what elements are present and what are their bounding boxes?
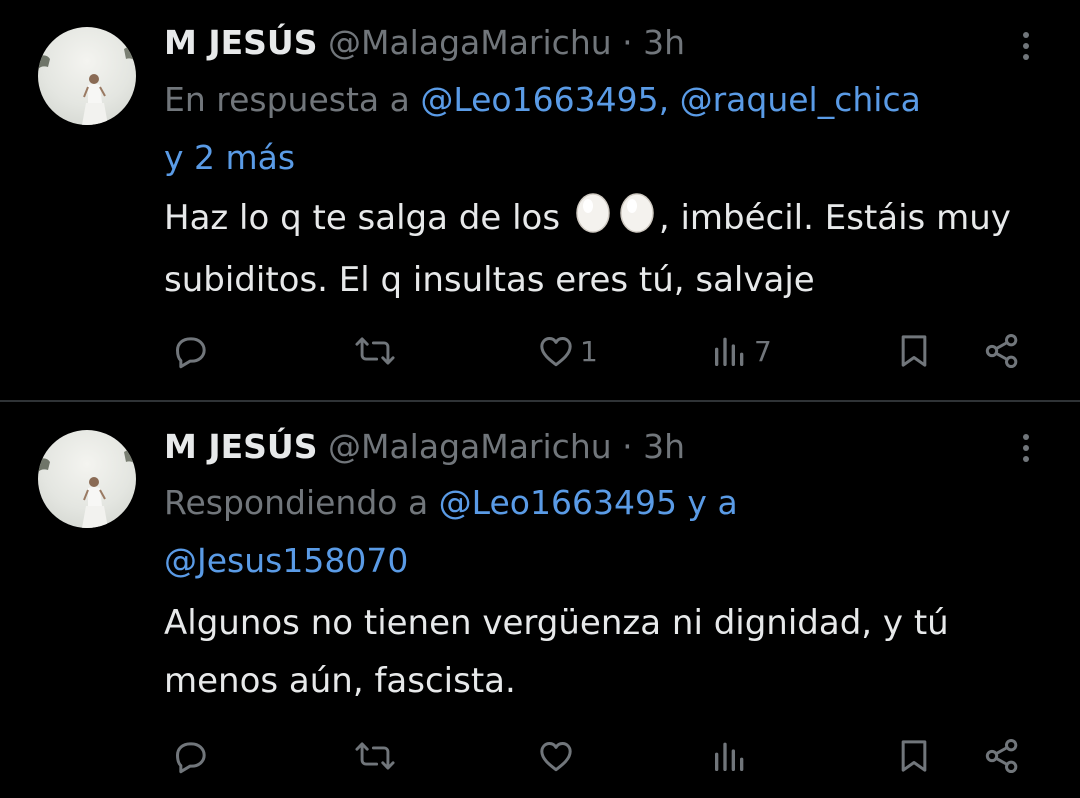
- reply-button[interactable]: [170, 728, 210, 784]
- bookmark-icon: [901, 335, 927, 367]
- share-button[interactable]: [982, 728, 1022, 784]
- bookmark-button[interactable]: [894, 728, 934, 784]
- tweet-actions: 1 7: [0, 323, 1080, 379]
- mention-link[interactable]: @Leo1663495,: [420, 80, 669, 119]
- tweet-header: M JESÚS @MalagaMarichu · 3h: [164, 424, 685, 470]
- views-button[interactable]: 7: [710, 323, 772, 379]
- mention-link[interactable]: @Jesus158070: [164, 541, 408, 580]
- avatar-photo: [38, 46, 136, 125]
- more-vertical-icon[interactable]: [1010, 26, 1042, 66]
- share-button[interactable]: [982, 323, 1022, 379]
- avatar-photo: [38, 449, 136, 528]
- bookmark-button[interactable]: [894, 323, 934, 379]
- like-button[interactable]: 1: [536, 323, 598, 379]
- author-name[interactable]: M JESÚS: [164, 427, 317, 466]
- author-name[interactable]: M JESÚS: [164, 23, 317, 62]
- retweet-icon: [355, 742, 395, 770]
- timestamp[interactable]: 3h: [643, 427, 685, 466]
- reply-prefix: Respondiendo a: [164, 483, 439, 522]
- tweet[interactable]: M JESÚS @MalagaMarichu · 3h Respondiendo…: [0, 402, 1080, 798]
- separator-dot: ·: [622, 23, 633, 62]
- author-handle[interactable]: @MalagaMarichu: [328, 23, 612, 62]
- tweet-actions: [0, 728, 1080, 784]
- egg-emoji: [573, 189, 613, 251]
- tweet-header: M JESÚS @MalagaMarichu · 3h: [164, 20, 685, 66]
- reply-prefix: En respuesta a: [164, 80, 421, 119]
- heart-icon: [540, 337, 572, 367]
- retweet-button[interactable]: [354, 728, 396, 784]
- avatar[interactable]: [38, 27, 136, 125]
- separator-dot: ·: [622, 427, 633, 466]
- reply-icon: [176, 337, 206, 369]
- views-icon: [715, 337, 744, 366]
- retweet-icon: [355, 337, 395, 365]
- mention-link[interactable]: @Leo1663495 y a: [439, 483, 738, 522]
- mention-link[interactable]: @raquel_chica: [680, 80, 921, 119]
- timestamp[interactable]: 3h: [643, 23, 685, 62]
- retweet-button[interactable]: [354, 323, 396, 379]
- views-button[interactable]: [710, 728, 750, 784]
- share-icon: [985, 739, 1018, 773]
- tweet-text: Haz lo q te salga de los , imbécil. Está…: [164, 189, 1044, 309]
- avatar[interactable]: [38, 430, 136, 528]
- tweet-text: Algunos no tienen vergüenza ni dignidad,…: [164, 603, 949, 701]
- views-count: 7: [754, 334, 772, 368]
- tweet[interactable]: M JESÚS @MalagaMarichu · 3h En respuesta…: [0, 0, 1080, 401]
- share-icon: [985, 334, 1018, 368]
- reply-context: Respondiendo a @Leo1663495 y a @Jesus158…: [164, 474, 1044, 590]
- egg-emoji: [617, 189, 657, 251]
- reply-button[interactable]: [170, 323, 210, 379]
- like-button[interactable]: [536, 728, 576, 784]
- reply-icon: [176, 742, 206, 774]
- reply-context: En respuesta a @Leo1663495, @raquel_chic…: [164, 71, 1044, 187]
- bookmark-icon: [901, 740, 927, 772]
- author-handle[interactable]: @MalagaMarichu: [328, 427, 612, 466]
- views-icon: [715, 742, 744, 771]
- more-mentions-link[interactable]: y 2 más: [164, 138, 295, 177]
- tweet-text-part: Haz lo q te salga de los: [164, 198, 571, 238]
- heart-icon: [540, 742, 572, 772]
- more-vertical-icon[interactable]: [1010, 428, 1042, 468]
- like-count: 1: [580, 334, 598, 368]
